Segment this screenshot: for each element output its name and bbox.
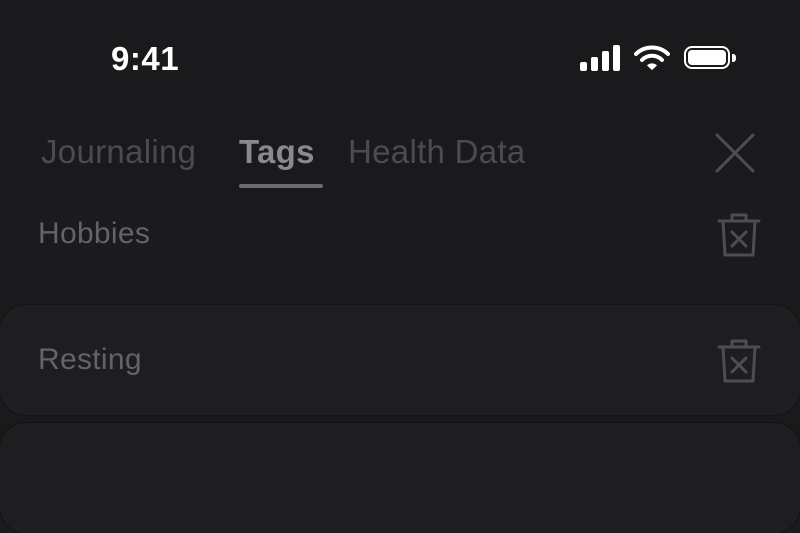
tab-journaling[interactable]: Journaling — [41, 133, 196, 171]
status-time: 9:41 — [111, 40, 180, 77]
close-icon[interactable] — [712, 130, 758, 176]
wifi-icon — [634, 45, 670, 70]
list-item: Hobbies — [0, 197, 800, 307]
segment-tabs: Journaling Tags Health Data — [0, 120, 800, 200]
status-bar: 9:41 — [0, 0, 800, 120]
active-tab-indicator — [239, 184, 323, 188]
tab-tags[interactable]: Tags — [239, 133, 315, 171]
list-item: Resting — [0, 305, 800, 415]
tag-label: Hobbies — [38, 217, 151, 250]
tab-health-data[interactable]: Health Data — [348, 133, 526, 171]
cellular-signal-icon — [580, 45, 620, 71]
battery-icon — [684, 45, 736, 71]
tag-label: Resting — [38, 343, 142, 376]
status-icons — [580, 45, 736, 71]
trash-icon[interactable] — [716, 211, 762, 259]
list-item — [0, 423, 800, 533]
trash-icon[interactable] — [716, 337, 762, 385]
